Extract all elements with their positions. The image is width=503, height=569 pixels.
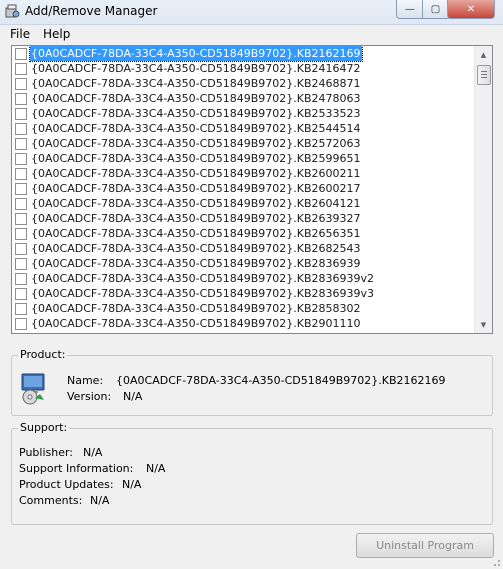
list-item[interactable]: {0A0CADCF-78DA-33C4-A350-CD51849B9702}.K…: [12, 121, 475, 136]
item-checkbox[interactable]: [15, 288, 27, 300]
item-checkbox[interactable]: [15, 138, 27, 150]
comments-value: N/A: [90, 494, 110, 507]
list-item-label: {0A0CADCF-78DA-33C4-A350-CD51849B9702}.K…: [31, 62, 361, 75]
support-group: Support:: [11, 421, 493, 525]
list-item-label: {0A0CADCF-78DA-33C4-A350-CD51849B9702}.K…: [29, 46, 363, 62]
app-icon: [5, 4, 20, 18]
list-item-label: {0A0CADCF-78DA-33C4-A350-CD51849B9702}.K…: [31, 242, 361, 255]
item-checkbox[interactable]: [15, 303, 27, 315]
product-group-title: Product:: [18, 348, 68, 361]
item-checkbox[interactable]: [15, 273, 27, 285]
item-checkbox[interactable]: [15, 183, 27, 195]
publisher-label: Publisher:: [19, 446, 74, 459]
minimize-icon: —: [405, 3, 415, 15]
list-item[interactable]: {0A0CADCF-78DA-33C4-A350-CD51849B9702}.K…: [12, 151, 475, 166]
item-checkbox[interactable]: [15, 108, 27, 120]
list-item[interactable]: {0A0CADCF-78DA-33C4-A350-CD51849B9702}.K…: [12, 256, 475, 271]
item-checkbox[interactable]: [15, 78, 27, 90]
list-item[interactable]: {0A0CADCF-78DA-33C4-A350-CD51849B9702}.K…: [12, 226, 475, 241]
list-item-label: {0A0CADCF-78DA-33C4-A350-CD51849B9702}.K…: [31, 92, 361, 105]
maximize-icon: ▢: [430, 3, 441, 15]
program-list[interactable]: {0A0CADCF-78DA-33C4-A350-CD51849B9702}.K…: [11, 45, 493, 334]
list-item-label: {0A0CADCF-78DA-33C4-A350-CD51849B9702}.K…: [31, 227, 361, 240]
product-updates-value: N/A: [122, 478, 142, 491]
list-item-label: {0A0CADCF-78DA-33C4-A350-CD51849B9702}.K…: [31, 287, 375, 300]
list-item-label: {0A0CADCF-78DA-33C4-A350-CD51849B9702}.K…: [31, 257, 361, 270]
product-version-value: N/A: [123, 390, 143, 403]
title-bar[interactable]: Add/Remove Manager — ▢ ✕: [0, 0, 503, 25]
scroll-down-icon[interactable]: ▼: [475, 316, 492, 333]
list-item[interactable]: {0A0CADCF-78DA-33C4-A350-CD51849B9702}.K…: [12, 301, 475, 316]
item-checkbox[interactable]: [15, 318, 27, 330]
minimize-button[interactable]: —: [396, 0, 424, 19]
menu-file[interactable]: File: [10, 27, 30, 41]
product-name-value: {0A0CADCF-78DA-33C4-A350-CD51849B9702}.K…: [116, 374, 446, 387]
item-checkbox[interactable]: [15, 123, 27, 135]
list-item[interactable]: {0A0CADCF-78DA-33C4-A350-CD51849B9702}.K…: [12, 136, 475, 151]
close-icon: ✕: [466, 3, 476, 15]
package-icon: [21, 373, 45, 405]
support-group-title: Support:: [18, 421, 70, 434]
uninstall-program-button[interactable]: Uninstall Program: [356, 533, 494, 558]
list-item-label: {0A0CADCF-78DA-33C4-A350-CD51849B9702}.K…: [31, 302, 361, 315]
list-item[interactable]: {0A0CADCF-78DA-33C4-A350-CD51849B9702}.K…: [12, 286, 475, 301]
list-item[interactable]: {0A0CADCF-78DA-33C4-A350-CD51849B9702}.K…: [12, 241, 475, 256]
list-item-label: {0A0CADCF-78DA-33C4-A350-CD51849B9702}.K…: [31, 317, 361, 330]
list-item[interactable]: {0A0CADCF-78DA-33C4-A350-CD51849B9702}.K…: [12, 316, 475, 331]
item-checkbox[interactable]: [15, 213, 27, 225]
item-checkbox[interactable]: [15, 243, 27, 255]
list-item-label: {0A0CADCF-78DA-33C4-A350-CD51849B9702}.K…: [31, 122, 361, 135]
close-button[interactable]: ✕: [447, 0, 495, 19]
item-checkbox[interactable]: [15, 153, 27, 165]
list-item-label: {0A0CADCF-78DA-33C4-A350-CD51849B9702}.K…: [31, 212, 361, 225]
list-item[interactable]: {0A0CADCF-78DA-33C4-A350-CD51849B9702}.K…: [12, 46, 475, 62]
list-item-label: {0A0CADCF-78DA-33C4-A350-CD51849B9702}.K…: [31, 152, 361, 165]
product-updates-label: Product Updates:: [19, 478, 114, 491]
list-item-label: {0A0CADCF-78DA-33C4-A350-CD51849B9702}.K…: [31, 182, 361, 195]
maximize-button[interactable]: ▢: [422, 0, 449, 19]
list-item[interactable]: {0A0CADCF-78DA-33C4-A350-CD51849B9702}.K…: [12, 271, 475, 286]
list-item-label: {0A0CADCF-78DA-33C4-A350-CD51849B9702}.K…: [31, 137, 361, 150]
scroll-up-icon[interactable]: ▲: [475, 46, 492, 63]
menu-help[interactable]: Help: [43, 27, 70, 41]
item-checkbox[interactable]: [15, 93, 27, 105]
list-item[interactable]: {0A0CADCF-78DA-33C4-A350-CD51849B9702}.K…: [12, 181, 475, 196]
item-checkbox[interactable]: [15, 228, 27, 240]
comments-label: Comments:: [19, 494, 83, 507]
item-checkbox[interactable]: [15, 48, 27, 60]
list-item-label: {0A0CADCF-78DA-33C4-A350-CD51849B9702}.K…: [31, 77, 361, 90]
publisher-value: N/A: [83, 446, 103, 459]
product-version-label: Version:: [67, 390, 112, 403]
item-checkbox[interactable]: [15, 198, 27, 210]
vertical-scrollbar[interactable]: ▲ ▼: [474, 46, 492, 333]
list-item-label: {0A0CADCF-78DA-33C4-A350-CD51849B9702}.K…: [31, 167, 361, 180]
list-item[interactable]: {0A0CADCF-78DA-33C4-A350-CD51849B9702}.K…: [12, 106, 475, 121]
list-item[interactable]: {0A0CADCF-78DA-33C4-A350-CD51849B9702}.K…: [12, 166, 475, 181]
list-item-label: {0A0CADCF-78DA-33C4-A350-CD51849B9702}.K…: [31, 107, 361, 120]
support-info-value: N/A: [146, 462, 166, 475]
window-title: Add/Remove Manager: [25, 4, 158, 18]
resize-grip-icon[interactable]: [491, 557, 501, 567]
list-item[interactable]: {0A0CADCF-78DA-33C4-A350-CD51849B9702}.K…: [12, 211, 475, 226]
item-checkbox[interactable]: [15, 168, 27, 180]
support-info-label: Support Information:: [19, 462, 134, 475]
scroll-thumb[interactable]: [477, 65, 491, 85]
list-item-label: {0A0CADCF-78DA-33C4-A350-CD51849B9702}.K…: [31, 197, 361, 210]
list-item[interactable]: {0A0CADCF-78DA-33C4-A350-CD51849B9702}.K…: [12, 91, 475, 106]
menu-bar: File Help: [0, 25, 503, 43]
list-item[interactable]: {0A0CADCF-78DA-33C4-A350-CD51849B9702}.K…: [12, 61, 475, 76]
item-checkbox[interactable]: [15, 63, 27, 75]
item-checkbox[interactable]: [15, 258, 27, 270]
list-item[interactable]: {0A0CADCF-78DA-33C4-A350-CD51849B9702}.K…: [12, 196, 475, 211]
list-item[interactable]: {0A0CADCF-78DA-33C4-A350-CD51849B9702}.K…: [12, 76, 475, 91]
list-item-label: {0A0CADCF-78DA-33C4-A350-CD51849B9702}.K…: [31, 272, 375, 285]
program-list-rows: {0A0CADCF-78DA-33C4-A350-CD51849B9702}.K…: [12, 46, 475, 331]
product-name-label: Name:: [67, 374, 104, 387]
